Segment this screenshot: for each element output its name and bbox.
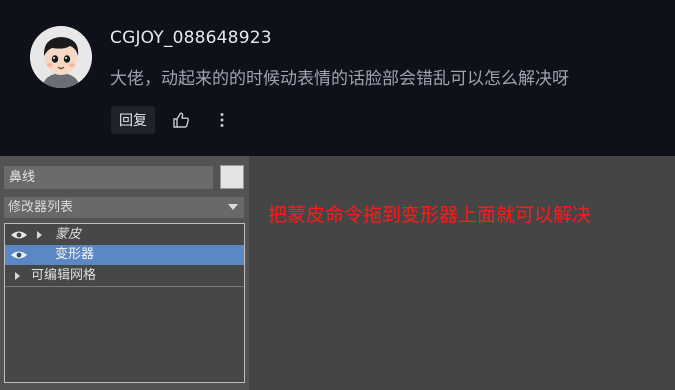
- thumbs-up-icon[interactable]: [171, 110, 191, 130]
- chevron-down-icon: [228, 204, 238, 210]
- modifier-row-morpher[interactable]: 变形器: [5, 245, 244, 265]
- modifier-panel: 鼻线 修改器列表 蒙皮 变形器 可编辑网格: [0, 156, 249, 390]
- comment-text: 大佬，动起来的的时候动表情的话脸部会错乱可以怎么解决呀: [110, 69, 569, 89]
- reply-button[interactable]: 回复: [111, 106, 155, 134]
- vertical-dots-icon[interactable]: [212, 110, 232, 130]
- modifier-row-skin[interactable]: 蒙皮: [5, 225, 244, 245]
- cartoon-avatar-icon: [30, 26, 92, 88]
- object-color-swatch[interactable]: [220, 165, 244, 189]
- comment-username[interactable]: CGJOY_088648923: [110, 28, 272, 48]
- modifier-list-dropdown[interactable]: 修改器列表: [4, 197, 244, 218]
- modifier-row-editable-mesh[interactable]: 可编辑网格: [5, 266, 244, 287]
- comment-card: CGJOY_088648923 大佬，动起来的的时候动表情的话脸部会错乱可以怎么…: [0, 0, 675, 156]
- eye-icon[interactable]: [10, 250, 28, 260]
- expand-arrow-icon[interactable]: [37, 231, 42, 239]
- modifier-label: 蒙皮: [55, 227, 82, 242]
- modifier-stack: 蒙皮 变形器 可编辑网格: [4, 223, 245, 383]
- modifier-label: 可编辑网格: [31, 268, 97, 283]
- user-avatar[interactable]: [30, 26, 92, 88]
- embedded-screenshot: 鼻线 修改器列表 蒙皮 变形器 可编辑网格 把蒙皮命令拖到变形器上面就可以解决: [0, 156, 675, 390]
- modifier-label: 变形器: [55, 247, 95, 262]
- modifier-list-label: 修改器列表: [8, 200, 74, 215]
- object-name-field[interactable]: 鼻线: [4, 166, 213, 189]
- eye-icon[interactable]: [10, 230, 28, 240]
- answer-annotation: 把蒙皮命令拖到变形器上面就可以解决: [268, 204, 592, 226]
- expand-arrow-icon[interactable]: [15, 272, 20, 280]
